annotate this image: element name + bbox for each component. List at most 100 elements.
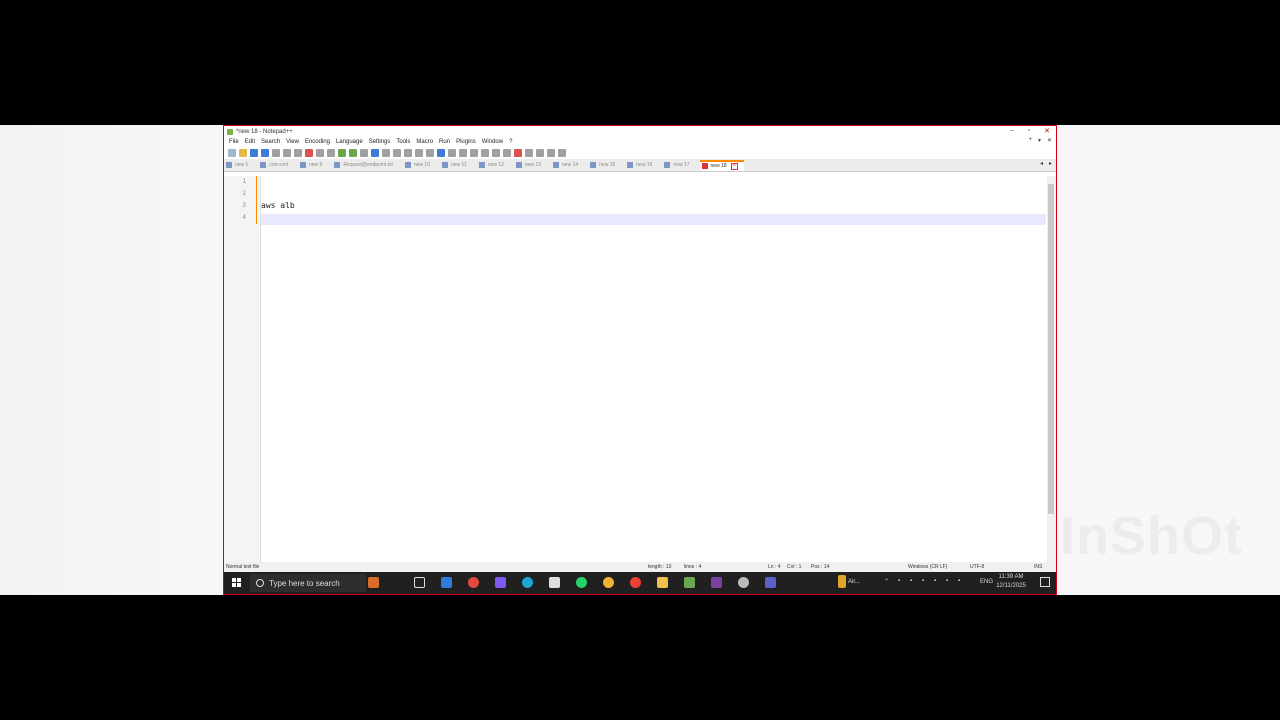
menu-run[interactable]: Run <box>436 139 453 145</box>
tray-app-icon[interactable]: ▪ <box>922 578 924 584</box>
function-list-icon[interactable] <box>481 149 489 157</box>
menu-edit[interactable]: Edit <box>242 139 258 145</box>
new-file-icon[interactable] <box>228 149 236 157</box>
editor-area[interactable]: 1 2 3 4 aws alb <box>224 176 1056 562</box>
run-macro-multiple-icon[interactable] <box>547 149 555 157</box>
tab-new-16[interactable]: new 16 <box>625 160 658 170</box>
menu-view[interactable]: View <box>283 139 302 145</box>
menu-macro[interactable]: Macro <box>413 139 436 145</box>
sync-h-icon[interactable] <box>415 149 423 157</box>
sync-v-icon[interactable] <box>404 149 412 157</box>
tab-new-17[interactable]: new 17 <box>662 160 695 170</box>
record-macro-icon[interactable] <box>514 149 522 157</box>
weather-text[interactable]: Air... <box>848 579 860 585</box>
word-wrap-icon[interactable] <box>426 149 434 157</box>
save-all-icon[interactable] <box>261 149 269 157</box>
task-view-icon[interactable] <box>414 577 425 588</box>
tab-new-14[interactable]: new 14 <box>551 160 584 170</box>
windows-start-icon[interactable] <box>232 578 241 587</box>
menu-help[interactable]: ? <box>506 139 515 145</box>
zoom-in-icon[interactable] <box>382 149 390 157</box>
save-icon[interactable] <box>250 149 258 157</box>
tray-app-icon[interactable]: ▪ <box>910 578 912 584</box>
menu-plugins[interactable]: Plugins <box>453 139 479 145</box>
cut-icon[interactable] <box>305 149 313 157</box>
menu-encoding[interactable]: Encoding <box>302 139 333 145</box>
indent-guide-icon[interactable] <box>448 149 456 157</box>
undo-icon[interactable] <box>338 149 346 157</box>
tab-list-dropdown-icon[interactable]: ▾ <box>1038 137 1041 144</box>
edge-icon[interactable] <box>522 577 533 588</box>
menu-window[interactable]: Window <box>479 139 506 145</box>
minimize-button[interactable]: – <box>1010 127 1014 135</box>
find-icon[interactable] <box>360 149 368 157</box>
taskbar-search-box[interactable]: Type here to search <box>250 574 366 592</box>
copilot-icon[interactable] <box>495 577 506 588</box>
stop-macro-icon[interactable] <box>525 149 533 157</box>
tab-new-11[interactable]: new 11 <box>440 160 473 170</box>
clock-date[interactable]: 12/11/2025 <box>992 583 1030 589</box>
teams-icon[interactable] <box>765 577 776 588</box>
tab-new-18[interactable]: new 18 × <box>699 159 745 171</box>
chrome-icon[interactable] <box>630 577 641 588</box>
replace-icon[interactable] <box>371 149 379 157</box>
tab-new-12[interactable]: new 12 <box>477 160 510 170</box>
screen-recorder-icon[interactable] <box>468 577 479 588</box>
menu-language[interactable]: Language <box>333 139 366 145</box>
file-explorer-icon[interactable] <box>657 577 668 588</box>
whatsapp-icon[interactable] <box>576 577 587 588</box>
folder-workspace-icon[interactable] <box>492 149 500 157</box>
tab-new-15[interactable]: new 15 <box>588 160 621 170</box>
tab-request-endpoint[interactable]: Request@endpoint.txt <box>332 160 399 170</box>
play-macro-icon[interactable] <box>536 149 544 157</box>
close-button[interactable]: ✕ <box>1044 127 1050 135</box>
doc-map-icon[interactable] <box>470 149 478 157</box>
show-all-chars-icon[interactable] <box>437 149 445 157</box>
menu-tools[interactable]: Tools <box>393 139 413 145</box>
tray-app-icon[interactable]: ▪ <box>898 578 900 584</box>
tab-scroll-left-icon[interactable]: ◂ <box>1040 160 1043 167</box>
onenote-icon[interactable] <box>711 577 722 588</box>
tab-com-xml[interactable]: com.xml <box>258 160 294 170</box>
store-icon[interactable] <box>549 577 560 588</box>
close-doc-icon[interactable]: ✕ <box>1047 137 1052 144</box>
weather-icon[interactable] <box>838 575 846 588</box>
settings-gear-icon[interactable] <box>738 577 749 588</box>
menu-file[interactable]: File <box>226 139 242 145</box>
paste-icon[interactable] <box>327 149 335 157</box>
menu-search[interactable]: Search <box>258 139 283 145</box>
file-icon <box>664 162 671 168</box>
chevron-up-icon[interactable]: ⌃ <box>884 578 889 585</box>
tab-close-icon[interactable]: × <box>730 162 739 170</box>
redo-icon[interactable] <box>349 149 357 157</box>
clock-time[interactable]: 11:39 AM <box>994 574 1028 580</box>
udl-icon[interactable] <box>459 149 467 157</box>
notifications-icon[interactable] <box>1040 577 1050 587</box>
maximize-button[interactable]: ▫ <box>1028 127 1030 135</box>
copy-icon[interactable] <box>316 149 324 157</box>
close-icon[interactable] <box>272 149 280 157</box>
monitoring-icon[interactable] <box>503 149 511 157</box>
tab-scroll-right-icon[interactable]: ▸ <box>1049 160 1052 167</box>
tab-new-10[interactable]: new 10 <box>403 160 436 170</box>
status-length: length : 13 <box>648 564 672 570</box>
scrollbar-thumb[interactable] <box>1048 184 1054 514</box>
menu-settings[interactable]: Settings <box>366 139 394 145</box>
open-file-icon[interactable] <box>239 149 247 157</box>
wifi-icon[interactable]: ▪ <box>946 578 948 584</box>
outlook-icon[interactable] <box>441 577 452 588</box>
notepadpp-taskbar-icon[interactable] <box>684 577 695 588</box>
tab-new-13[interactable]: new 13 <box>514 160 547 170</box>
microphone-icon[interactable]: ▪ <box>934 578 936 584</box>
tab-new-9[interactable]: new 9 <box>298 160 328 170</box>
tab-new-1[interactable]: new 1 <box>224 160 254 170</box>
vertical-scrollbar[interactable] <box>1047 176 1056 562</box>
close-all-icon[interactable] <box>283 149 291 157</box>
save-macro-icon[interactable] <box>558 149 566 157</box>
chrome-profile-icon[interactable] <box>603 577 614 588</box>
zoom-out-icon[interactable] <box>393 149 401 157</box>
volume-icon[interactable]: ▪ <box>958 578 960 584</box>
print-icon[interactable] <box>294 149 302 157</box>
search-highlight-icon[interactable] <box>368 577 379 588</box>
add-tab-icon[interactable]: + <box>1028 137 1032 144</box>
